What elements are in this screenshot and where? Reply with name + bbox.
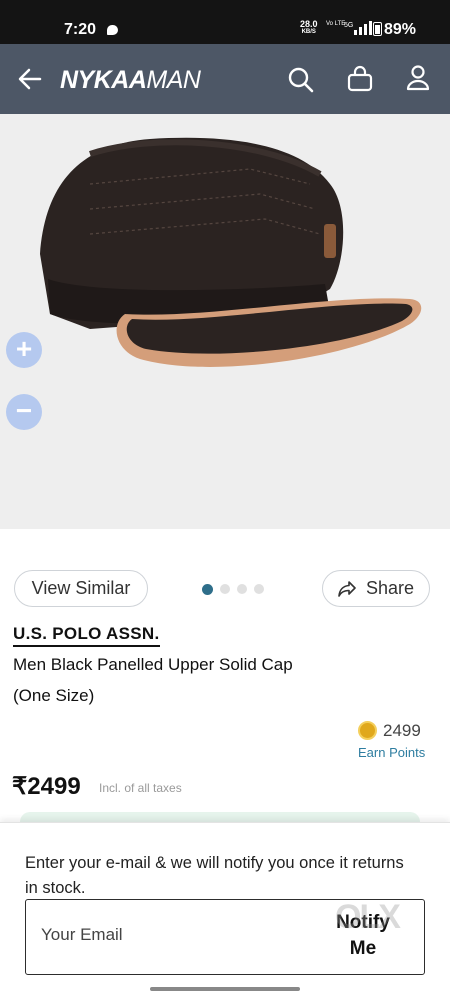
pagination-dot[interactable] [237, 584, 247, 594]
status-time: 7:20 [64, 21, 97, 38]
product-actions-row: View Similar Share [0, 570, 450, 608]
pagination-dot[interactable] [254, 584, 264, 594]
chat-notification-icon [107, 25, 118, 35]
zoom-out-button[interactable]: − [6, 394, 42, 430]
pagination-dot-active[interactable] [202, 584, 213, 595]
zoom-in-button[interactable]: + [6, 332, 42, 368]
product-brand-link[interactable]: U.S. POLO ASSN. [13, 624, 160, 647]
brand-logo[interactable]: NYKAAMAN [60, 66, 201, 95]
network-type-label: 5G [344, 22, 353, 29]
product-price: ₹2499 [12, 773, 81, 800]
price-tax-note: Incl. of all taxes [99, 781, 182, 795]
battery-icon [373, 22, 382, 36]
network-speed-value: 28.0 [300, 19, 318, 29]
share-icon [338, 580, 356, 597]
battery-level: 89% [384, 21, 417, 38]
brand-logo-suffix: MAN [146, 66, 201, 94]
volte-indicator: Vo LTE [326, 21, 346, 27]
shopping-bag-icon[interactable] [346, 65, 374, 93]
email-input[interactable] [41, 925, 321, 945]
reward-points-value: 2499 [383, 721, 421, 740]
notify-message: Enter your e-mail & we will notify you o… [25, 854, 404, 897]
image-pagination [202, 584, 271, 595]
earn-points-label[interactable]: Earn Points [358, 745, 425, 760]
product-size: (One Size) [13, 686, 95, 705]
signal-5g-icon: 5G [344, 21, 372, 35]
network-speed-unit: KB/S [301, 29, 316, 35]
account-icon[interactable] [404, 64, 432, 92]
app-header: NYKAAMAN [0, 44, 450, 114]
product-image-gallery[interactable]: + − [0, 114, 450, 529]
pagination-dot[interactable] [220, 584, 230, 594]
points-coin-icon [358, 721, 377, 740]
brand-logo-prefix: NYKAA [60, 66, 147, 94]
share-button[interactable]: Share [322, 570, 430, 607]
status-bar: 7:20 28.0 KB/S Vo LTE 5G 89% [0, 0, 450, 44]
back-arrow-icon[interactable] [17, 66, 43, 92]
home-indicator[interactable] [150, 987, 300, 991]
product-cap-image [40, 137, 422, 367]
search-icon[interactable] [287, 66, 315, 94]
product-title: Men Black Panelled Upper Solid Cap [13, 655, 293, 674]
network-speed: 28.0 KB/S [300, 20, 318, 36]
view-similar-button[interactable]: View Similar [14, 570, 148, 607]
olx-watermark: OLX [335, 898, 401, 936]
share-label: Share [365, 578, 415, 598]
